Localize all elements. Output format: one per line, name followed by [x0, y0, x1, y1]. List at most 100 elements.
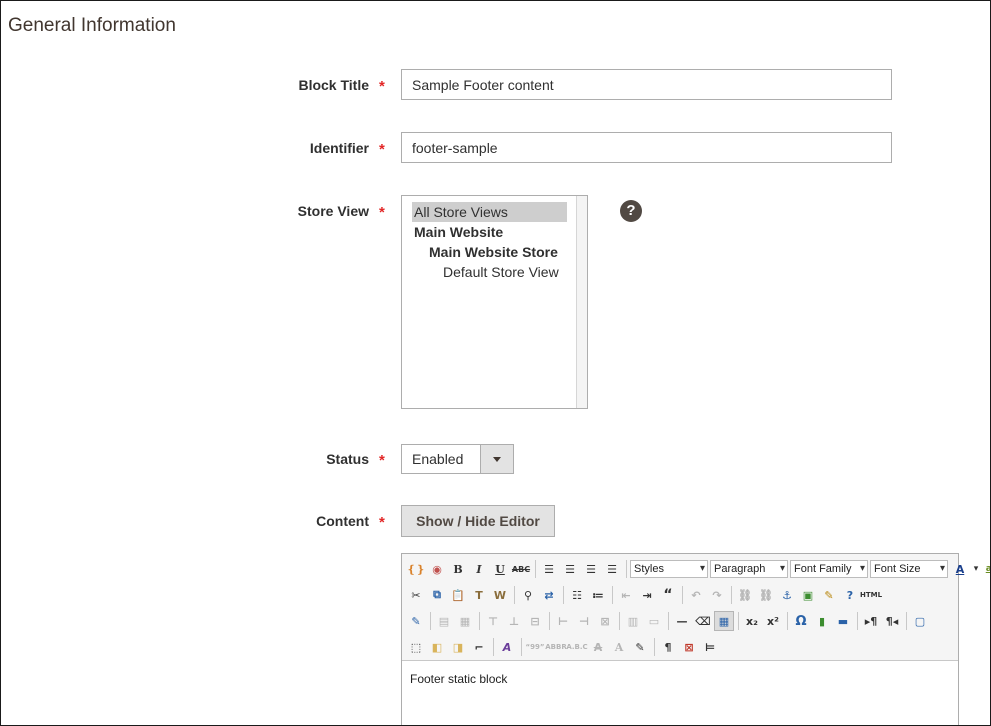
toolbar-separator [535, 560, 536, 578]
insert-variable-icon[interactable]: ❴❵ [406, 559, 426, 579]
html-source-icon[interactable]: HTML [860, 585, 882, 605]
chevron-down-icon[interactable]: ▾ [971, 559, 981, 579]
store-view-option-all[interactable]: All Store Views [412, 202, 567, 222]
row-properties-icon[interactable]: ▤ [434, 611, 454, 631]
table-icon[interactable]: ▦ [714, 611, 734, 631]
unlink-icon[interactable]: ⛓ [756, 585, 776, 605]
advanced-hr-icon[interactable]: ▬ [833, 611, 853, 631]
toolbar-row-1: ❴❵ ◉ B I U ABC ☰ ☰ ☰ ☰ Styles Paragraph … [406, 558, 990, 580]
delete-row-icon[interactable]: ⊟ [525, 611, 545, 631]
toolbar-separator [682, 586, 683, 604]
deletion-icon[interactable]: A [588, 637, 608, 657]
merge-cells-icon[interactable]: ▭ [644, 611, 664, 631]
cleanup-icon[interactable]: ✎ [819, 585, 839, 605]
status-select-value: Enabled [412, 451, 464, 467]
indent-icon[interactable]: ⇥ [637, 585, 657, 605]
wysiwyg-editor[interactable]: ❴❵ ◉ B I U ABC ☰ ☰ ☰ ☰ Styles Paragraph … [401, 553, 990, 725]
abbreviation-icon[interactable]: ABBR [545, 637, 566, 657]
remove-format-icon[interactable]: ⌫ [693, 611, 713, 631]
align-center-icon[interactable]: ☰ [560, 559, 580, 579]
subscript-icon[interactable]: x₂ [742, 611, 762, 631]
link-icon[interactable]: ⛓ [735, 585, 755, 605]
chevron-down-icon[interactable] [480, 445, 513, 473]
toolbar-separator [612, 586, 613, 604]
cut-icon[interactable]: ✂ [406, 585, 426, 605]
align-justify-icon[interactable]: ☰ [602, 559, 622, 579]
find-icon[interactable]: ⚲ [518, 585, 538, 605]
section-title: General Information [8, 15, 176, 36]
strikethrough-icon[interactable]: ABC [511, 559, 531, 579]
background-color-icon[interactable]: ab [982, 559, 990, 579]
styles-dropdown[interactable]: Styles [630, 560, 708, 578]
editor-content[interactable]: Footer static block [410, 672, 507, 686]
bullet-list-icon[interactable]: ☷ [567, 585, 587, 605]
insert-col-before-icon[interactable]: ⊢ [553, 611, 573, 631]
toolbar-row-2: ✂ ⧉ 📋 T W ⚲ ⇄ ☷ ≔ ⇤ ⇥ “ ↶ ↷ ⛓ ⛓ ⚓ ▣ ✎ ? … [406, 584, 882, 606]
status-select[interactable]: Enabled [401, 444, 514, 474]
fullscreen-icon[interactable]: ▢ [910, 611, 930, 631]
help-circle-icon[interactable]: ? [840, 585, 860, 605]
paragraph-dropdown[interactable]: Paragraph [710, 560, 788, 578]
toolbar-separator [549, 612, 550, 630]
redo-icon[interactable]: ↷ [707, 585, 727, 605]
insertion-icon[interactable]: A [609, 637, 629, 657]
styleprops-icon[interactable]: A [497, 637, 517, 657]
align-right-icon[interactable]: ☰ [581, 559, 601, 579]
acronym-icon[interactable]: A.B.C [566, 637, 587, 657]
insert-layer-icon[interactable]: ⬚ [406, 637, 426, 657]
delete-col-icon[interactable]: ⊠ [595, 611, 615, 631]
move-forward-icon[interactable]: ◧ [427, 637, 447, 657]
special-char-icon[interactable]: Ω [791, 611, 811, 631]
cite-icon[interactable]: “99” [525, 637, 545, 657]
required-marker: * [379, 452, 385, 469]
paste-word-icon[interactable]: W [490, 585, 510, 605]
image-icon[interactable]: ▣ [798, 585, 818, 605]
align-left-icon[interactable]: ☰ [539, 559, 559, 579]
replace-icon[interactable]: ⇄ [539, 585, 559, 605]
multiselect-scrollbar[interactable] [576, 196, 587, 408]
font-size-dropdown[interactable]: Font Size [870, 560, 948, 578]
split-cells-icon[interactable]: ▥ [623, 611, 643, 631]
media-icon[interactable]: ▮ [812, 611, 832, 631]
superscript-icon[interactable]: x² [763, 611, 783, 631]
insert-widget-icon[interactable]: ◉ [427, 559, 447, 579]
move-backward-icon[interactable]: ◨ [448, 637, 468, 657]
blockquote-icon[interactable]: “ [658, 585, 678, 605]
toolbar-separator [521, 638, 522, 656]
edit-css-icon[interactable]: ✎ [406, 611, 426, 631]
absolute-position-icon[interactable]: ⌐ [469, 637, 489, 657]
insert-row-after-icon[interactable]: ⊥ [504, 611, 524, 631]
attributes-icon[interactable]: ✎ [630, 637, 650, 657]
undo-icon[interactable]: ↶ [686, 585, 706, 605]
anchor-icon[interactable]: ⚓ [777, 585, 797, 605]
help-icon[interactable]: ? [620, 200, 642, 222]
italic-icon[interactable]: I [469, 559, 489, 579]
store-view-multiselect[interactable]: All Store Views Main Website Main Websit… [401, 195, 588, 409]
nonbreaking-icon[interactable]: ⊠ [679, 637, 699, 657]
copy-icon[interactable]: ⧉ [427, 585, 447, 605]
ltr-icon[interactable]: ▸¶ [861, 611, 881, 631]
outdent-icon[interactable]: ⇤ [616, 585, 636, 605]
store-view-option-default[interactable]: Default Store View [443, 262, 559, 282]
insert-col-after-icon[interactable]: ⊣ [574, 611, 594, 631]
toolbar-separator [493, 638, 494, 656]
text-color-icon[interactable]: A [950, 559, 970, 579]
numbered-list-icon[interactable]: ≔ [588, 585, 608, 605]
identifier-input[interactable] [401, 132, 892, 163]
block-title-input[interactable] [401, 69, 892, 100]
store-view-option-website[interactable]: Main Website [414, 222, 503, 242]
paste-icon[interactable]: 📋 [448, 585, 468, 605]
rtl-icon[interactable]: ¶◂ [882, 611, 902, 631]
font-family-dropdown[interactable]: Font Family [790, 560, 868, 578]
paste-text-icon[interactable]: T [469, 585, 489, 605]
pagebreak-icon[interactable]: ⊨ [700, 637, 720, 657]
visual-chars-icon[interactable]: ¶ [658, 637, 678, 657]
cell-properties-icon[interactable]: ▦ [455, 611, 475, 631]
bold-icon[interactable]: B [448, 559, 468, 579]
underline-icon[interactable]: U [490, 559, 510, 579]
show-hide-editor-button[interactable]: Show / Hide Editor [401, 505, 555, 537]
store-view-label: Store View [297, 203, 369, 219]
insert-row-before-icon[interactable]: ⊤ [483, 611, 503, 631]
store-view-option-store[interactable]: Main Website Store [429, 242, 558, 262]
horizontal-rule-icon[interactable]: — [672, 611, 692, 631]
